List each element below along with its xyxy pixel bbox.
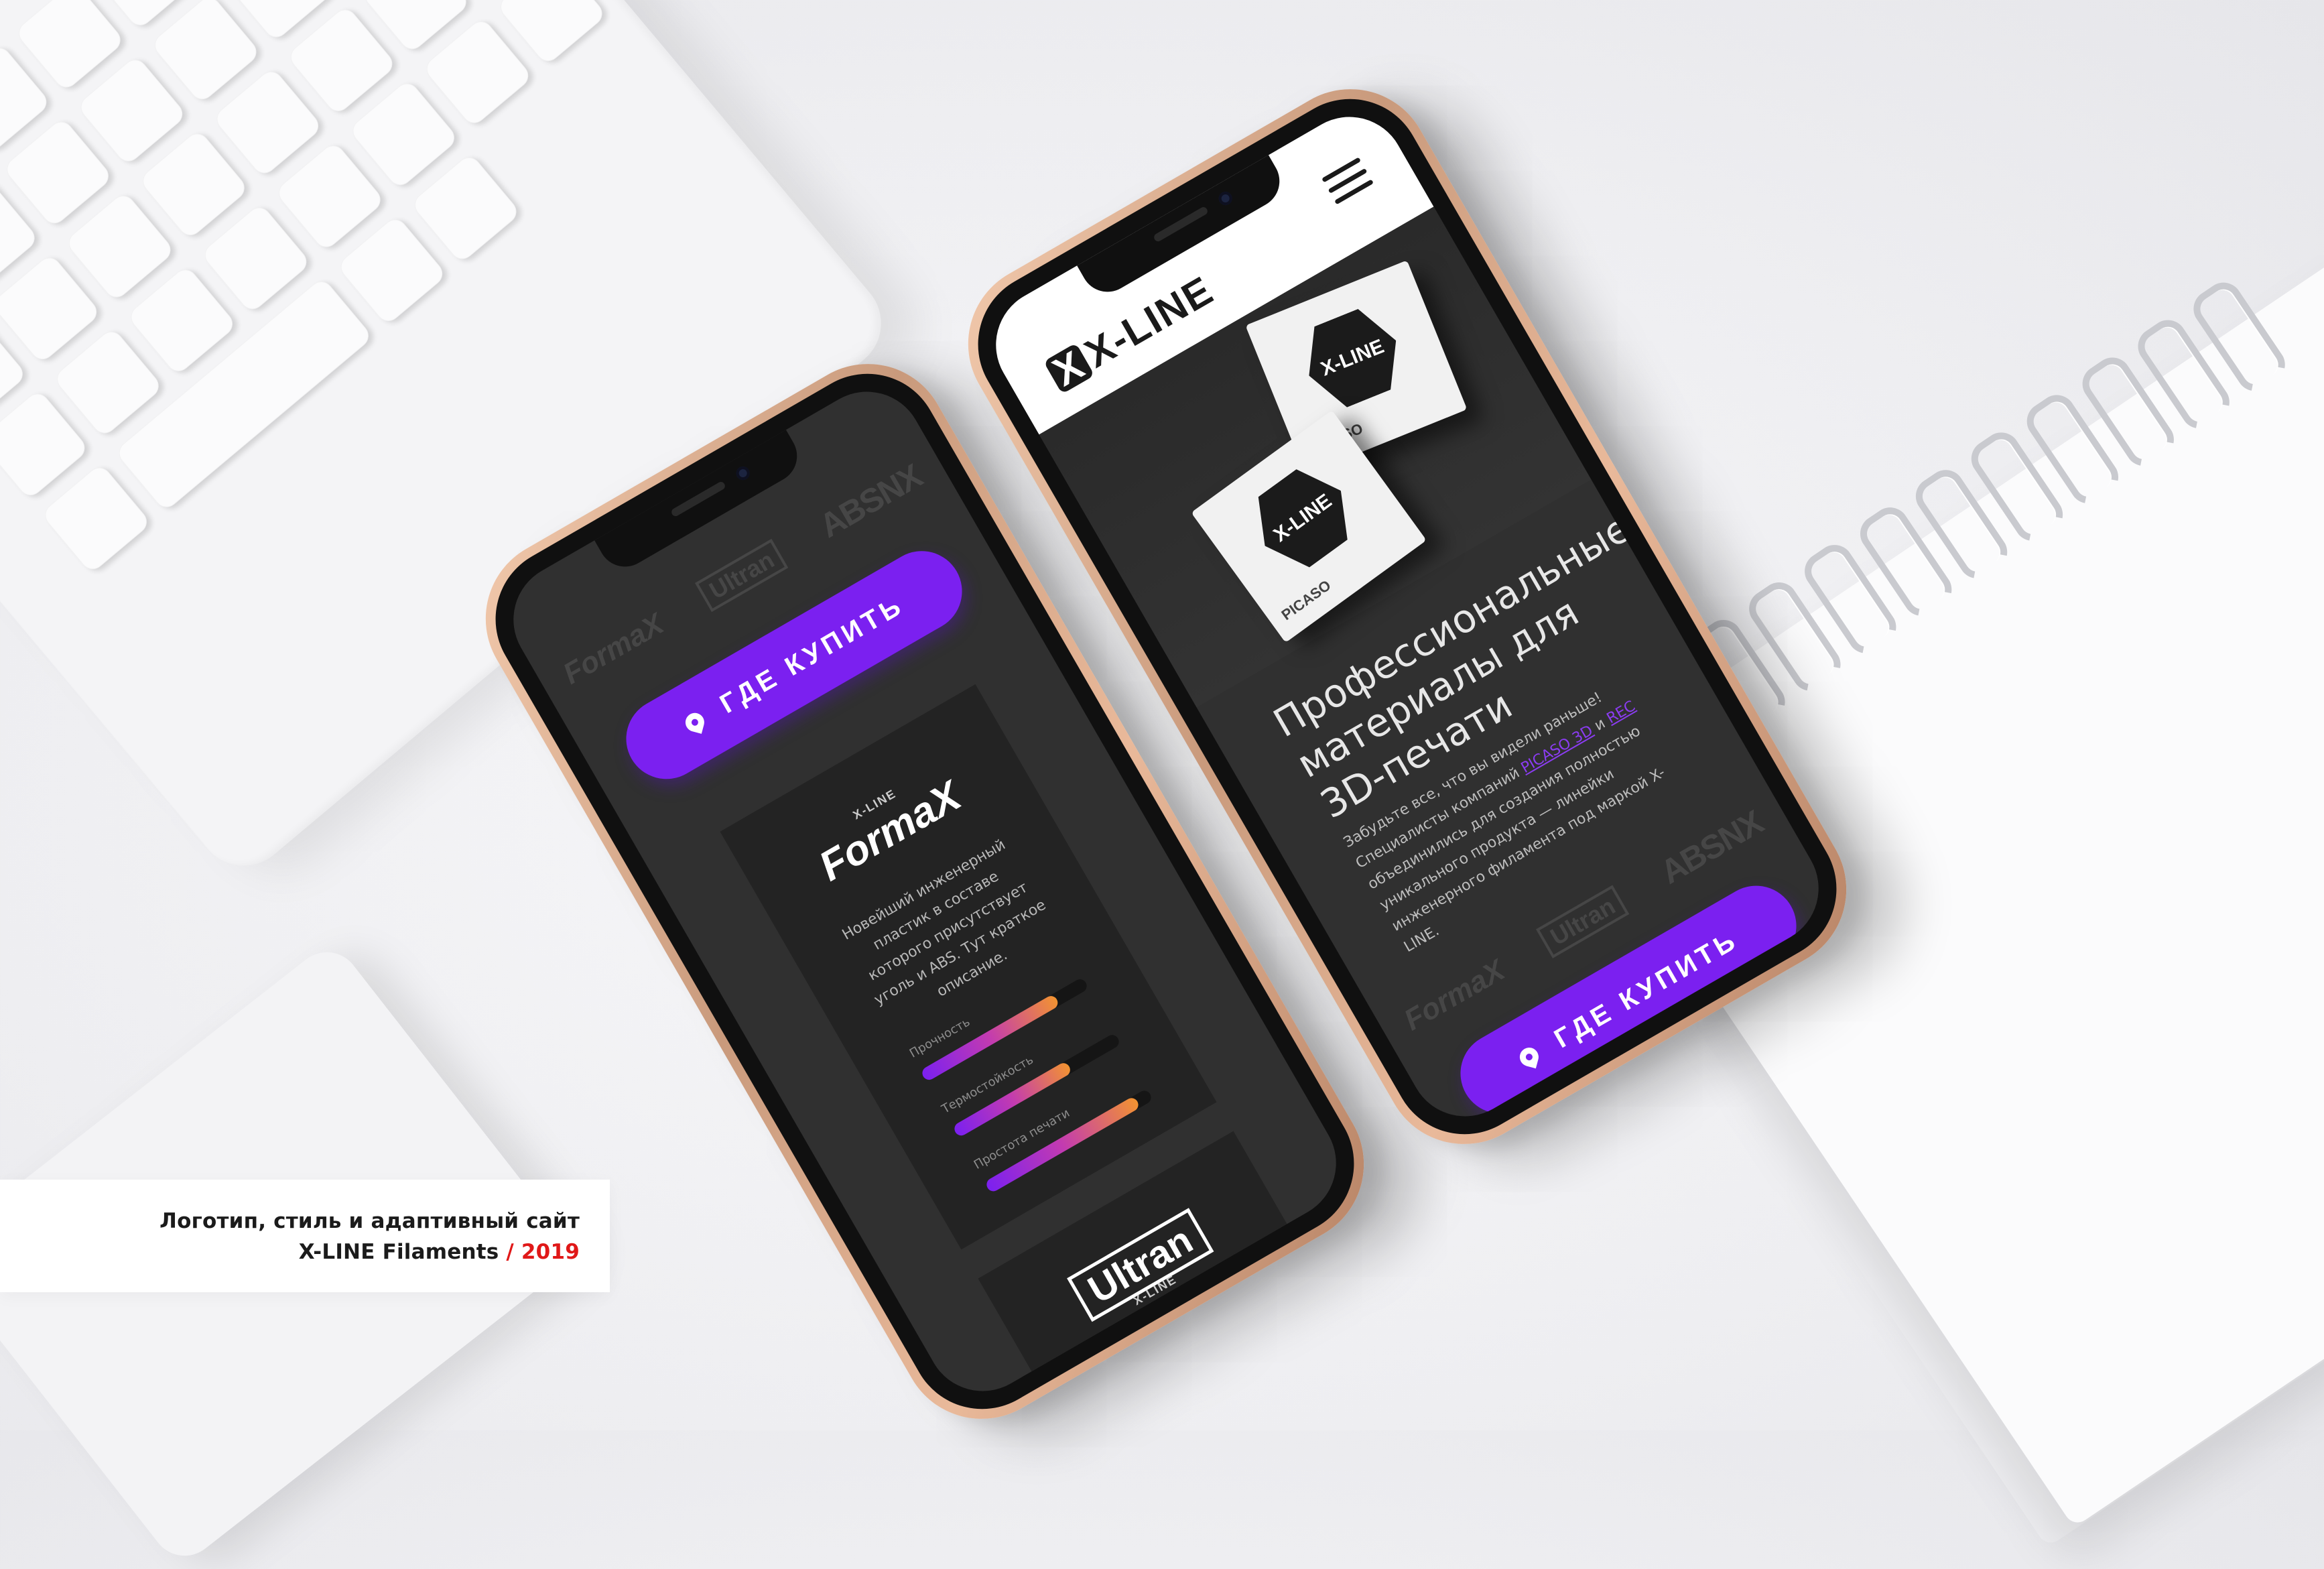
box-logo: X-LINE [1239,456,1366,581]
caption-title: Логотип, стиль и адаптивный сайт [159,1209,580,1233]
product-box: X-LINE PICASO [1191,410,1427,643]
where-to-buy-label: ГДЕ КУПИТЬ [714,590,909,719]
caption-year: / 2019 [506,1240,580,1264]
absnx-logo[interactable]: ABSNX [1654,803,1769,892]
absnx-logo[interactable]: ABSNX [813,456,928,546]
ultran-logo[interactable]: Ultran [695,538,789,612]
box-logo: X-LINE [1293,300,1413,416]
hamburger-menu-icon[interactable] [1321,157,1378,211]
caption-project: X-LINE Filaments [298,1240,507,1264]
formax-logo[interactable]: FormaX [558,607,669,691]
camera-icon [1216,189,1235,208]
ultran-logo[interactable]: Ultran [1536,885,1630,958]
keyboard-keys [0,0,669,574]
caption-subtitle: X-LINE Filaments / 2019 [299,1240,580,1264]
formax-logo[interactable]: FormaX [1399,954,1510,1038]
location-pin-icon [1517,1046,1541,1069]
box-brand: PICASO [1278,576,1334,624]
caption-plate: Логотип, стиль и адаптивный сайт X-LINE … [0,1180,610,1292]
location-pin-icon [683,710,706,735]
camera-icon [734,464,753,483]
desk-scene: FormaX Ultran ABSNX ГДЕ КУПИТЬ X-LINE Fo… [0,0,2324,1569]
